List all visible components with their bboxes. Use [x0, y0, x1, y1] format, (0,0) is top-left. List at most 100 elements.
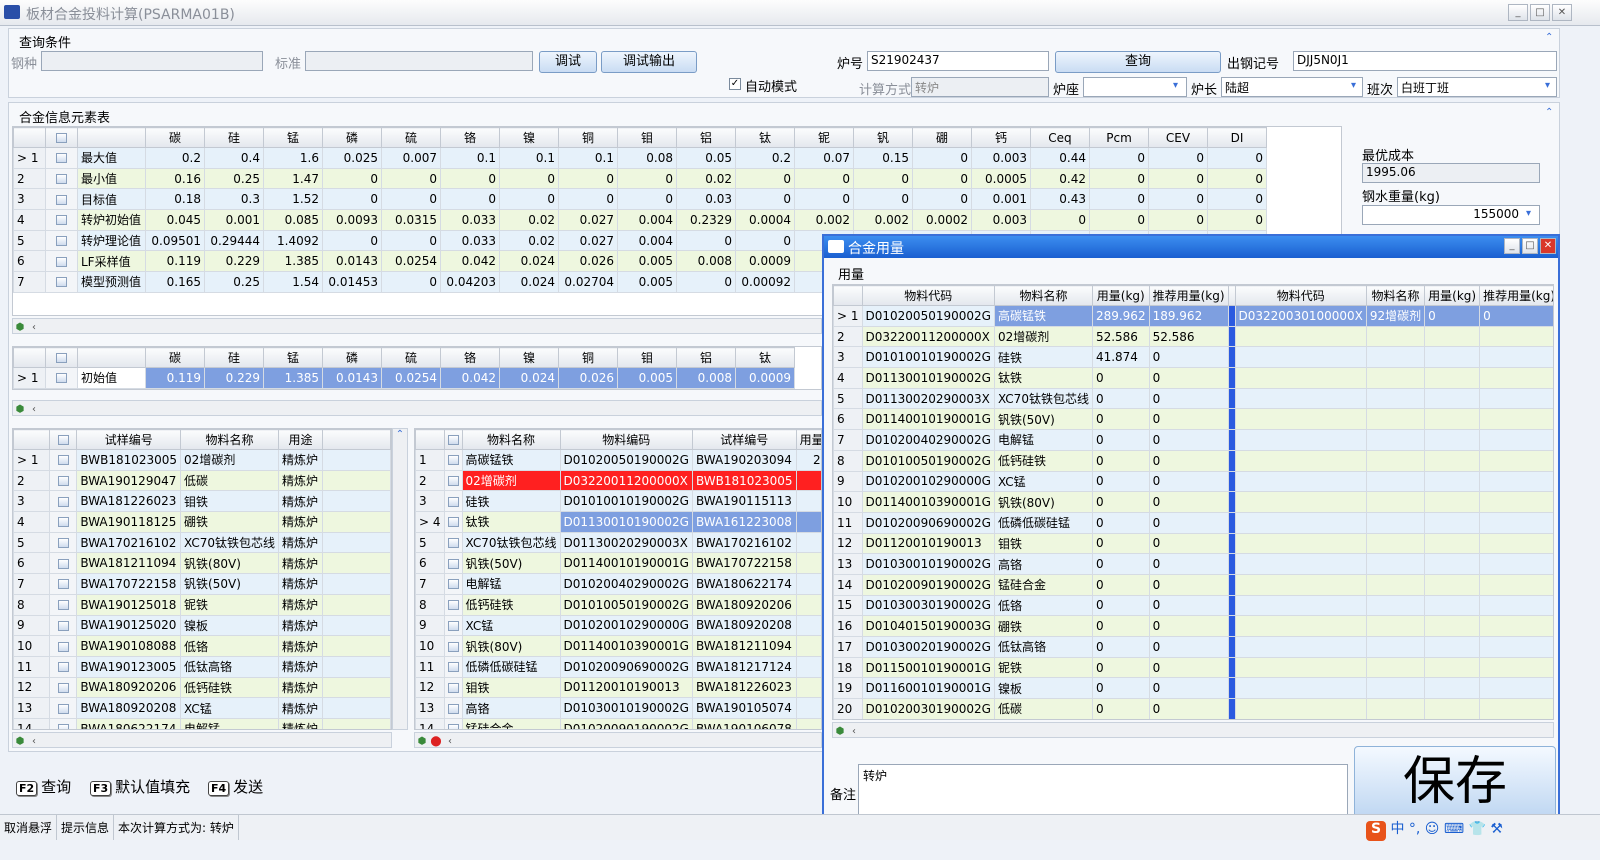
cell-value[interactable]: 0.0005 — [971, 167, 1031, 190]
cell-value[interactable]: BWA170722158 — [76, 573, 182, 595]
table-row[interactable]: 11 低磷低碳硅锰 D01020090690002G BWA181217124 — [415, 655, 821, 678]
cell-value[interactable]: 0 — [1091, 698, 1150, 719]
row-checkbox[interactable] — [443, 490, 463, 513]
export-icon[interactable]: ⬢ — [13, 321, 27, 335]
cell-value[interactable] — [1424, 636, 1481, 658]
alloy-grid-scrollbar[interactable]: ⬢ ‹ — [12, 318, 822, 334]
cell-value[interactable]: BWA180920206 — [76, 676, 182, 699]
column-header[interactable]: 硅 — [204, 127, 264, 148]
cell-value[interactable]: 0.027 — [558, 209, 618, 231]
cell-value[interactable] — [1479, 636, 1553, 658]
cell-value[interactable] — [1234, 615, 1367, 637]
column-header[interactable]: 推荐用量(kg) — [1479, 285, 1553, 306]
cell-value[interactable]: 0 — [322, 167, 382, 190]
cell-value[interactable]: 0 — [1091, 387, 1150, 410]
column-header[interactable]: 物料名称 — [180, 429, 280, 450]
column-header[interactable]: 物料代码 — [1234, 285, 1367, 306]
cell-value[interactable]: D01020090690002G — [861, 511, 995, 534]
cell-value[interactable]: 0.085 — [263, 209, 323, 231]
column-header[interactable]: 物料编码 — [559, 429, 693, 450]
cell-value[interactable]: 0 — [1148, 615, 1229, 637]
cell-value[interactable]: 02增碳剂 — [993, 325, 1093, 348]
cell-value[interactable] — [795, 573, 821, 595]
checkbox-icon[interactable] — [56, 215, 67, 226]
tapping-no-field[interactable]: DJJ5N0J1 — [1293, 51, 1557, 71]
cell-value[interactable]: XC70钛铁包芯线 — [993, 387, 1093, 410]
row-checkbox[interactable] — [48, 449, 78, 471]
cell-value[interactable]: XC70钛铁包芯线 — [180, 531, 280, 554]
cell-value[interactable]: 0.03 — [676, 188, 736, 211]
cell-value[interactable]: 0.0009 — [735, 250, 795, 273]
cell-value[interactable]: D01020010290000G — [559, 614, 693, 637]
cell-value[interactable]: 镍板 — [993, 677, 1093, 700]
cell-value[interactable] — [1234, 698, 1367, 719]
cell-value[interactable] — [1365, 408, 1426, 431]
cell-value[interactable]: XC锰 — [180, 697, 280, 719]
cell-value[interactable]: 0.04203 — [440, 271, 500, 293]
cell-value[interactable]: 0.1 — [499, 147, 559, 169]
cell-value[interactable]: 0.027 — [558, 229, 618, 252]
furnace-leader-select[interactable]: 陆超 — [1221, 77, 1363, 97]
remark-field[interactable]: 转炉 — [858, 764, 1348, 818]
table-row[interactable]: 10 BWA190108088 低铬 精炼炉 — [13, 635, 391, 657]
dialog-maximize-icon[interactable]: □ — [1522, 238, 1538, 254]
cell-value[interactable]: 0 — [1089, 188, 1149, 211]
row-checkbox[interactable] — [443, 573, 463, 595]
row-checkbox[interactable] — [45, 188, 78, 211]
cell-value[interactable]: 精炼炉 — [278, 573, 323, 595]
row-header[interactable]: 14 — [13, 717, 50, 729]
cell-value[interactable] — [1424, 325, 1481, 348]
cell-value[interactable]: 28 — [795, 449, 821, 471]
cell-value[interactable] — [1234, 573, 1367, 596]
cell-value[interactable]: 钛铁 — [461, 511, 561, 533]
cell-value[interactable] — [1234, 553, 1367, 575]
cell-value[interactable] — [1424, 532, 1481, 555]
furnace-no-field[interactable]: S21902437 — [867, 51, 1049, 71]
cell-value[interactable] — [1365, 429, 1426, 451]
checkbox-icon[interactable] — [57, 435, 69, 445]
cell-value[interactable]: 钛铁 — [993, 367, 1093, 389]
query-button[interactable]: 查询 — [1055, 51, 1221, 73]
cell-value[interactable]: 0 — [440, 188, 500, 211]
row-checkbox[interactable] — [45, 250, 78, 273]
table-row[interactable]: 13 D01030010190002G 高铬 0 0 — [833, 553, 1553, 575]
cell-value[interactable]: 0.229 — [204, 250, 264, 273]
row-header[interactable]: 4 — [13, 209, 46, 231]
column-header[interactable]: 用量(kg) — [1424, 285, 1481, 306]
cell-value[interactable]: 0.44 — [1030, 147, 1090, 169]
standard-field[interactable] — [305, 51, 533, 71]
cell-value[interactable]: 0.0009 — [735, 367, 795, 389]
select-all-header[interactable] — [443, 429, 463, 450]
cell-value[interactable]: 钒铁(50V) — [180, 573, 280, 595]
row-checkbox[interactable] — [48, 573, 78, 595]
cell-value[interactable] — [1234, 511, 1367, 534]
table-row[interactable]: 19 D01160010190001G 镍板 0 0 — [833, 677, 1553, 700]
weight-field[interactable]: 155000 — [1362, 205, 1540, 225]
row-checkbox[interactable] — [443, 552, 463, 575]
cell-value[interactable]: 0 — [1089, 147, 1149, 169]
row-header[interactable]: 19 — [833, 677, 863, 700]
cell-value[interactable]: 0.08 — [617, 147, 677, 169]
cell-value[interactable]: 精炼炉 — [278, 469, 323, 492]
row-header[interactable]: 7 — [833, 429, 863, 451]
row-checkbox[interactable] — [48, 531, 78, 554]
cell-value[interactable]: 精炼炉 — [278, 697, 323, 719]
table-row[interactable]: 5 XC70钛铁包芯线 D01130020290003X BWA170216102 — [415, 531, 821, 554]
row-header[interactable]: 11 — [415, 655, 445, 678]
cell-value[interactable] — [1234, 594, 1367, 617]
cell-value[interactable]: 0 — [558, 167, 618, 190]
column-header[interactable]: 磷 — [322, 347, 382, 368]
cell-value[interactable]: 高碳锰铁 — [993, 305, 1093, 327]
cell-value[interactable]: 钼铁 — [180, 490, 280, 513]
cell-value[interactable]: 0 — [558, 188, 618, 211]
column-header[interactable]: 铝 — [676, 127, 736, 148]
cell-value[interactable]: 0.0002 — [912, 209, 972, 231]
cell-value[interactable]: 硼铁 — [993, 615, 1093, 637]
cell-value[interactable]: 精炼炉 — [278, 614, 323, 637]
cell-value[interactable]: 0 — [853, 188, 913, 211]
row-checkbox[interactable] — [443, 469, 463, 492]
initial-grid-scrollbar[interactable]: ⬢ ‹ — [12, 400, 822, 416]
cell-value[interactable]: 低磷低碳硅锰 — [993, 511, 1093, 534]
row-header[interactable]: 18 — [833, 656, 863, 679]
row-checkbox[interactable] — [48, 697, 78, 719]
